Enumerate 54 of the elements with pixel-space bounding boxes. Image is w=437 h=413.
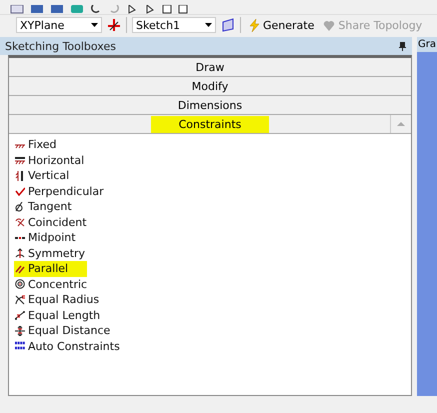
tangent-icon [15,202,25,212]
symmetry-icon [15,248,25,258]
constraint-item[interactable]: Horizontal [15,152,411,168]
equal-radius-icon [15,294,25,305]
perpendicular-icon [15,186,25,196]
constraint-item[interactable]: Parallel [14,261,88,276]
auto-constraints-icon [15,341,25,352]
constraint-item[interactable]: Equal Length [15,308,411,323]
plane-dropdown[interactable]: XYPlane [16,17,102,33]
new-sketch-icon[interactable] [221,18,235,32]
constraint-item[interactable]: Equal Distance [15,323,411,338]
pointer-icon[interactable] [126,5,138,14]
constraint-item[interactable]: Auto Constraints [15,338,411,354]
constraint-item[interactable]: Concentric [15,276,411,292]
generate-button[interactable]: Generate [246,18,318,32]
collapse-arrow-icon [397,122,405,126]
lightning-icon [249,18,260,32]
horizontal-icon [15,155,25,166]
dropdown-arrow-icon [205,23,212,27]
section-header[interactable]: Dimensions [9,96,411,115]
section-header[interactable]: Draw [9,58,411,77]
undo-icon[interactable] [90,5,102,14]
section-label: Draw [196,60,224,74]
window-icon[interactable] [30,5,44,14]
section-header[interactable]: Constraints [9,115,411,134]
pointer-icon[interactable] [144,5,156,14]
axes-icon[interactable] [107,18,121,32]
heart-icon [323,20,336,30]
section-label: Dimensions [178,98,242,112]
pin-icon[interactable] [399,42,406,50]
constraint-item[interactable]: Symmetry [15,246,411,261]
constraint-item[interactable]: Midpoint [15,230,411,246]
dropdown-arrow-icon [91,23,98,27]
sketch-value: Sketch1 [136,18,180,32]
constraint-item[interactable]: Fixed [15,137,411,152]
sketch-dropdown[interactable]: Sketch1 [132,17,216,33]
section-label: Constraints [150,116,270,132]
constraint-item[interactable]: Perpendicular [15,184,411,199]
coincident-icon [15,217,25,228]
side-tab[interactable]: Gra [417,37,436,50]
constraint-item[interactable]: Equal Radius [15,292,411,308]
parallel-icon [15,264,25,274]
constraint-item[interactable]: Tangent [15,199,411,214]
panel-title: Sketching Toolboxes [5,40,116,52]
constraint-item[interactable]: Coincident [15,214,411,230]
section-header[interactable]: Modify [9,77,411,96]
constraint-item[interactable]: Vertical [15,168,411,184]
window-icon[interactable] [50,5,64,14]
section-label: Modify [192,80,228,92]
equal-length-icon [15,310,25,320]
equal-distance-icon [15,326,25,336]
concentric-icon [15,279,25,290]
plane-value: XYPlane [20,18,64,32]
vertical-icon [15,170,25,181]
